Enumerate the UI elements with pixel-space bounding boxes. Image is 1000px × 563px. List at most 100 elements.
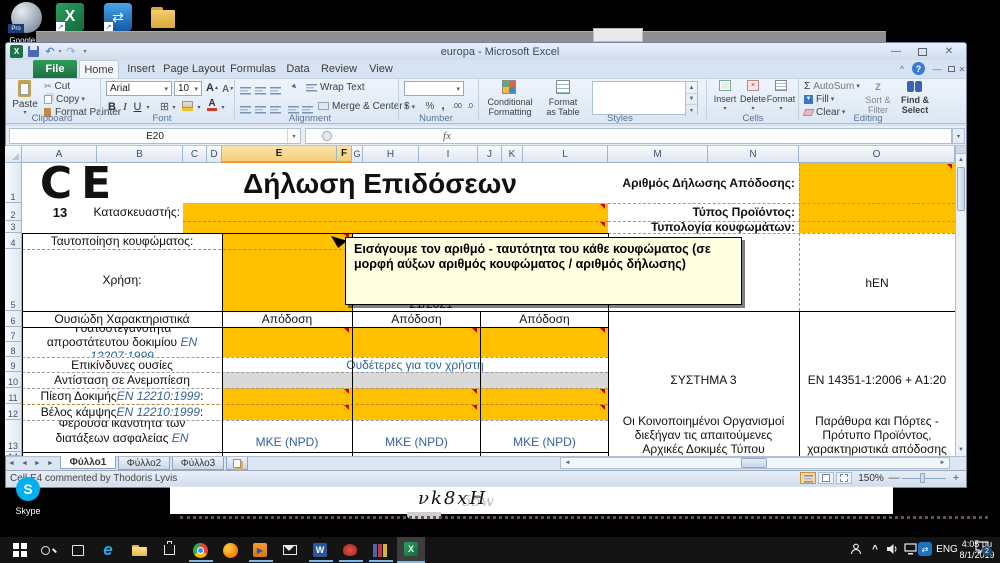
comma-style-button[interactable]: , [438,98,448,111]
desktop-icon-excel[interactable]: X ↗ [56,3,84,31]
col-header-L[interactable]: L [523,146,608,163]
desktop-icon-folder[interactable] [151,7,177,29]
percent-style-button[interactable]: % [424,100,436,113]
col-header-O[interactable]: O [799,146,955,163]
col-header-N[interactable]: N [708,146,799,163]
gallery-scroll-strip[interactable]: ▲ ▼ ▾ [685,82,697,116]
comment-indicator[interactable] [947,164,952,169]
network-tray-icon[interactable] [902,541,918,557]
minimize-button[interactable]: — [884,44,908,59]
help-button[interactable]: ? [912,62,925,75]
col-header-G[interactable]: G [352,146,363,163]
cell-watertight-3[interactable] [481,327,608,357]
font-color-dropdown[interactable]: ▾ [219,103,227,111]
tab-file[interactable]: File [33,60,77,78]
col-header-M[interactable]: M [608,146,708,163]
tab-home[interactable]: Home [79,60,119,78]
zoom-slider-thumb[interactable] [920,473,925,483]
scroll-left-button[interactable]: ◄ [562,458,573,468]
taskbar-excel-button-active[interactable]: X [397,537,425,563]
comment-indicator[interactable] [472,328,477,333]
cell-O3-input[interactable] [799,221,955,233]
tab-review[interactable]: Review [317,60,361,78]
scroll-down-button[interactable]: ▼ [956,444,966,456]
next-sheet-icon[interactable]: ► [34,460,41,467]
grow-font-button[interactable]: A▲ [206,81,219,95]
workbook-close-icon[interactable]: ✕ [957,63,967,75]
volume-tray-icon[interactable] [884,541,900,557]
first-sheet-icon[interactable]: ◄ [8,460,15,467]
taskbar-red-app-button[interactable] [337,539,363,561]
page-break-view-button[interactable] [836,472,852,484]
taskbar-word-button[interactable]: W [307,539,333,561]
cell-pressure-2[interactable] [353,388,480,404]
comment-indicator[interactable] [472,389,477,394]
save-button[interactable] [28,46,39,57]
cell-wind-3[interactable] [481,372,608,388]
skype-icon[interactable]: S [16,477,40,501]
scroll-up-button[interactable]: ▲ [956,154,966,166]
row-header-10[interactable]: 10 [5,372,22,388]
normal-view-button[interactable] [800,472,816,484]
row-header-13[interactable]: 13 [5,420,22,452]
cell-pressure-3[interactable] [481,388,608,404]
sheet-nav-buttons[interactable]: ◄ ◄ ► ► [8,457,54,469]
cell-deflection-1[interactable] [222,404,352,420]
scrollbar-split-handle[interactable] [956,146,966,154]
taskbar-explorer-button[interactable] [126,539,152,561]
fill-button[interactable]: ▼Fill▾ [804,93,834,105]
tab-data[interactable]: Data [281,60,315,78]
col-header-J[interactable]: J [478,146,502,163]
name-box-dropdown[interactable]: ▾ [287,129,300,143]
row-header-1[interactable]: 1 [5,163,22,203]
page-layout-view-button[interactable] [818,472,834,484]
row-header-12[interactable]: 12 [5,404,22,420]
workbook-minimize-icon[interactable]: — [931,63,943,75]
start-button[interactable] [7,539,33,561]
accounting-format-button[interactable]: $▾ [404,100,415,113]
font-color-button[interactable]: A [206,99,218,112]
align-top-button[interactable] [240,82,251,100]
row-header-7[interactable]: 7 [5,327,22,342]
insert-function-button[interactable]: fx [438,129,456,143]
row-header-5[interactable]: 5 [5,249,22,311]
zoom-level[interactable]: 150% [856,472,886,484]
gallery-up-icon[interactable]: ▲ [686,82,697,93]
taskbar-edge-button[interactable]: e [95,539,121,561]
increase-decimal-button[interactable]: .00 [450,101,464,112]
cell-wind-2[interactable] [353,372,480,388]
task-view-button[interactable] [65,539,91,561]
font-family-select[interactable]: Arial▾ [106,81,172,96]
autosum-button[interactable]: ΣAutoSum▾ [804,80,860,92]
cell-pressure-1[interactable] [222,388,352,404]
scroll-right-button[interactable]: ► [937,458,948,468]
merge-center-button[interactable]: Merge & Center▾ [318,100,408,112]
row-header-3[interactable]: 3 [5,221,22,233]
qat-customize-button[interactable]: ▾ [80,47,90,55]
taskbar-winrar-button[interactable] [367,539,393,561]
fill-color-dropdown[interactable]: ▾ [195,103,203,111]
cell-E5-input[interactable] [222,249,352,311]
cell-wind-1[interactable] [222,372,352,388]
taskbar-chrome-button[interactable] [187,539,213,561]
expand-formula-bar-icon[interactable]: ▾ [952,128,965,144]
fill-color-button[interactable] [182,101,194,112]
align-bottom-button[interactable] [270,82,281,100]
bold-button[interactable]: B [106,100,118,113]
select-all-corner[interactable] [5,146,22,163]
last-sheet-icon[interactable]: ► [47,460,54,467]
comment-indicator[interactable] [472,405,477,410]
people-tray-icon[interactable] [848,541,864,557]
comment-indicator[interactable] [600,405,605,410]
prev-sheet-icon[interactable]: ◄ [21,460,28,467]
tab-insert[interactable]: Insert [121,60,161,78]
cell-E4-input[interactable] [222,233,352,249]
sheet-tab-fyllo2[interactable]: Φύλλο2 [118,457,170,470]
comment-indicator[interactable] [600,222,605,227]
sheet-tab-fyllo3[interactable]: Φύλλο3 [172,457,224,470]
col-header-E[interactable]: E [222,146,337,163]
teamviewer-tray-icon[interactable]: ⇄ [918,542,932,556]
cell-deflection-3[interactable] [481,404,608,420]
decrease-decimal-button[interactable]: .0 [464,101,476,112]
tab-formulas[interactable]: Formulas [227,60,279,78]
